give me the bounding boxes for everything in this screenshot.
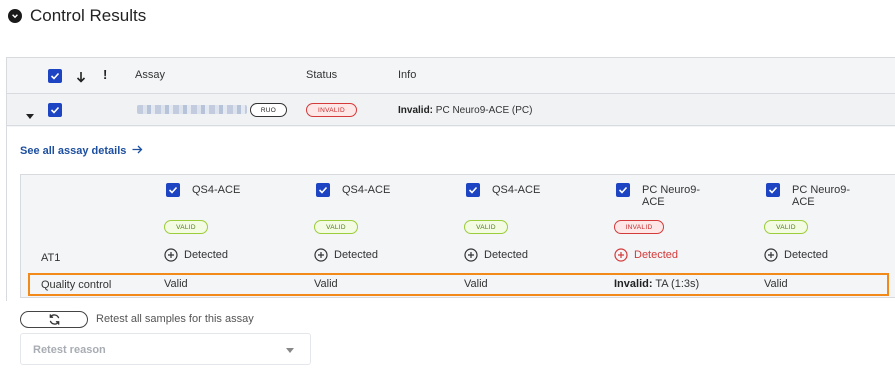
assay-name: PC Neuro9-ACE: [792, 184, 851, 208]
see-all-assay-details-link[interactable]: See all assay details: [20, 145, 143, 157]
qc-result: Valid: [464, 278, 488, 290]
assay-checkbox[interactable]: [766, 183, 780, 197]
detection-label: Detected: [184, 249, 229, 261]
ruo-badge: RUO: [250, 103, 287, 117]
qc-result-value: Valid: [464, 278, 488, 290]
assay-name: QS4-ACE: [342, 184, 391, 196]
plus-circle-icon: [464, 248, 478, 262]
detection-label: Detected: [334, 249, 379, 261]
qc-result-value: TA (1:3s): [652, 278, 700, 290]
assay-name: PC Neuro9-ACE: [642, 184, 701, 208]
select-all-checkbox[interactable]: [48, 69, 62, 83]
qc-result: Invalid: TA (1:3s): [614, 278, 699, 290]
detection-label: Detected: [484, 249, 529, 261]
row-checkbox[interactable]: [48, 103, 62, 117]
retest-button[interactable]: [20, 311, 88, 328]
qc-result: Valid: [764, 278, 788, 290]
plus-circle-icon: [314, 248, 328, 262]
assay-details-table: AT1 Quality control QS4-ACE VALID Detect…: [20, 174, 895, 298]
info-text: Invalid: PC Neuro9-ACE (PC): [398, 105, 532, 116]
qc-result: Valid: [314, 278, 338, 290]
plus-circle-icon: [614, 248, 628, 262]
detection-result: Detected: [464, 248, 528, 262]
retest-reason-select[interactable]: Retest reason: [20, 333, 311, 365]
refresh-icon: [49, 314, 59, 325]
qc-result-label: Invalid:: [614, 278, 653, 290]
detection-result: Detected: [164, 248, 228, 262]
row-label-target: AT1: [41, 252, 61, 264]
assay-name: QS4-ACE: [492, 184, 541, 196]
assay-status-badge: VALID: [764, 220, 808, 234]
qc-result-value: Valid: [164, 278, 188, 290]
table-header: ! Assay Status Info: [7, 58, 895, 94]
qc-result-value: Valid: [314, 278, 338, 290]
info-label: Invalid:: [398, 105, 434, 116]
assay-column: QS4-ACE VALID Detected Valid: [464, 175, 616, 297]
section-header[interactable]: Control Results: [8, 6, 146, 26]
status-badge: INVALID: [306, 103, 357, 117]
see-all-link-label: See all assay details: [20, 145, 127, 157]
assay-checkbox[interactable]: [466, 183, 480, 197]
detection-label: Detected: [784, 249, 829, 261]
assay-column: PC Neuro9-ACE VALID Detected Valid: [764, 175, 895, 297]
chevron-down-icon[interactable]: [8, 9, 22, 23]
column-header-info[interactable]: Info: [398, 69, 416, 81]
assay-status-badge: VALID: [314, 220, 358, 234]
retest-reason-placeholder: Retest reason: [33, 344, 106, 356]
assay-status-badge: VALID: [464, 220, 508, 234]
plus-circle-icon: [764, 248, 778, 262]
assay-details-panel: See all assay details AT1 Quality contro…: [7, 127, 895, 302]
qc-result-value: Valid: [764, 278, 788, 290]
plus-circle-icon: [164, 248, 178, 262]
caret-down-icon[interactable]: [26, 107, 34, 125]
qc-result: Valid: [164, 278, 188, 290]
detection-label: Detected: [634, 249, 679, 261]
section-title: Control Results: [30, 6, 147, 25]
column-header-assay[interactable]: Assay: [135, 69, 165, 81]
info-value: PC Neuro9-ACE (PC): [433, 105, 533, 116]
row-label-quality-control: Quality control: [41, 279, 112, 291]
caret-down-icon: [286, 348, 294, 353]
assay-checkbox[interactable]: [166, 183, 180, 197]
assay-status-badge: INVALID: [614, 220, 664, 234]
priority-icon[interactable]: !: [103, 67, 107, 82]
detection-result: Detected: [614, 248, 678, 262]
redacted-assay-name: [137, 105, 247, 114]
assay-column: QS4-ACE VALID Detected Valid: [314, 175, 466, 297]
assay-checkbox[interactable]: [616, 183, 630, 197]
detection-result: Detected: [764, 248, 828, 262]
assay-column: QS4-ACE VALID Detected Valid: [164, 175, 316, 297]
sort-arrow-icon[interactable]: [76, 70, 86, 88]
assay-checkbox[interactable]: [316, 183, 330, 197]
assay-column: PC Neuro9-ACE INVALID Detected Invalid: …: [614, 175, 766, 297]
assay-status-badge: VALID: [164, 220, 208, 234]
detection-result: Detected: [314, 248, 378, 262]
retest-label: Retest all samples for this assay: [96, 313, 254, 325]
assay-name: QS4-ACE: [192, 184, 241, 196]
results-table: ! Assay Status Info RUO INVALID Invalid:…: [6, 57, 895, 302]
table-row[interactable]: RUO INVALID Invalid: PC Neuro9-ACE (PC): [7, 94, 895, 126]
arrow-right-icon: [132, 145, 143, 157]
column-header-status[interactable]: Status: [306, 69, 337, 81]
